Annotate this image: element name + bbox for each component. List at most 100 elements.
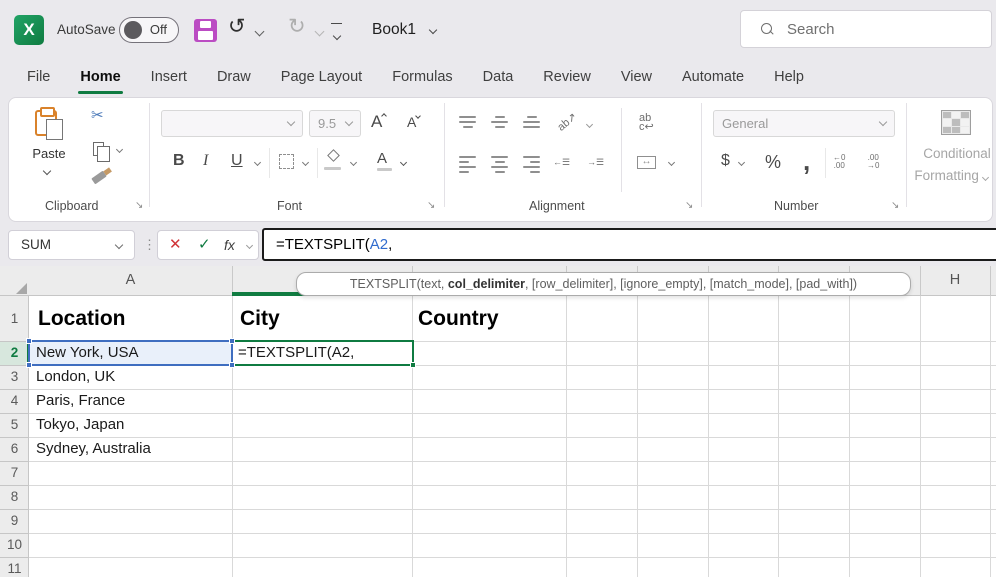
row-header-1[interactable]: 1: [0, 296, 29, 341]
tab-view[interactable]: View: [606, 60, 667, 97]
top-align-icon[interactable]: [459, 116, 476, 128]
cell-a6[interactable]: Sydney, Australia: [36, 437, 151, 461]
decrease-indent-icon[interactable]: ←☰: [553, 158, 570, 167]
tab-review[interactable]: Review: [528, 60, 606, 97]
orientation-chevron-icon[interactable]: [586, 121, 593, 128]
font-dialog-launcher-icon[interactable]: ↘: [427, 200, 435, 211]
tab-draw[interactable]: Draw: [202, 60, 266, 97]
selection-handle-icon[interactable]: [26, 338, 32, 344]
active-cell-b2[interactable]: =TEXTSPLIT(A2,: [231, 340, 414, 366]
row-header-2[interactable]: 2: [0, 341, 29, 365]
cut-icon[interactable]: ✂: [91, 106, 104, 124]
tab-automate[interactable]: Automate: [667, 60, 759, 97]
comma-style-button[interactable]: ,: [803, 146, 810, 177]
column-header-h[interactable]: H: [920, 266, 990, 295]
italic-button[interactable]: I: [203, 152, 208, 170]
grow-font-button[interactable]: A: [371, 112, 386, 132]
search-box[interactable]: [740, 10, 992, 48]
conditional-formatting-label-2[interactable]: Formatting: [891, 168, 996, 183]
currency-chevron-icon[interactable]: [738, 159, 745, 166]
undo-chevron-icon[interactable]: [255, 27, 265, 37]
merge-chevron-icon[interactable]: [668, 159, 675, 166]
cell-a3[interactable]: London, UK: [36, 365, 115, 389]
row-header-5[interactable]: 5: [0, 413, 29, 437]
row-header-4[interactable]: 4: [0, 389, 29, 413]
merge-center-icon[interactable]: ↔: [637, 156, 656, 169]
borders-icon[interactable]: [279, 154, 294, 169]
row-header-11[interactable]: 11: [0, 557, 29, 577]
formula-bar-grip-icon[interactable]: ⋮: [143, 230, 156, 260]
fill-color-chevron-icon[interactable]: [350, 159, 357, 166]
fill-handle-icon[interactable]: [410, 362, 416, 368]
tab-insert[interactable]: Insert: [136, 60, 202, 97]
selection-handle-icon[interactable]: [26, 362, 32, 368]
name-box-chevron-icon[interactable]: [115, 241, 123, 249]
tab-page-layout[interactable]: Page Layout: [266, 60, 377, 97]
tab-home[interactable]: Home: [65, 60, 135, 97]
format-painter-icon[interactable]: [91, 171, 106, 185]
paste-chevron-icon[interactable]: [43, 167, 51, 175]
bottom-align-icon[interactable]: [523, 116, 540, 128]
cell-b1[interactable]: City: [240, 296, 280, 341]
shrink-font-button[interactable]: A: [407, 114, 420, 130]
conditional-formatting-label-1[interactable]: Conditional: [897, 146, 996, 161]
paste-button[interactable]: Paste: [31, 146, 67, 161]
column-header-a[interactable]: A: [29, 266, 232, 295]
bold-button[interactable]: B: [173, 152, 185, 170]
percent-button[interactable]: %: [765, 152, 781, 173]
select-all-icon[interactable]: [16, 283, 27, 294]
search-input[interactable]: [787, 21, 957, 38]
tab-file[interactable]: File: [12, 60, 65, 97]
tab-formulas[interactable]: Formulas: [377, 60, 467, 97]
borders-chevron-icon[interactable]: [302, 159, 309, 166]
name-box[interactable]: SUM: [8, 230, 135, 260]
tab-help[interactable]: Help: [759, 60, 819, 97]
font-color-button[interactable]: A: [377, 150, 392, 171]
formula-bar-input[interactable]: =TEXTSPLIT(A2,: [262, 228, 996, 261]
cell-c1[interactable]: Country: [418, 296, 499, 341]
row-header-9[interactable]: 9: [0, 509, 29, 533]
align-right-icon[interactable]: [523, 156, 540, 173]
tab-data[interactable]: Data: [468, 60, 529, 97]
referenced-cell-a2[interactable]: New York, USA: [28, 340, 233, 366]
enter-icon[interactable]: ✓: [198, 231, 211, 259]
alignment-dialog-launcher-icon[interactable]: ↘: [685, 200, 693, 211]
cell-a5[interactable]: Tokyo, Japan: [36, 413, 124, 437]
selection-handle-icon[interactable]: [229, 338, 235, 344]
selection-handle-icon[interactable]: [229, 362, 235, 368]
underline-chevron-icon[interactable]: [254, 159, 261, 166]
currency-button[interactable]: $: [721, 152, 730, 170]
workbook-title[interactable]: Book1: [372, 0, 416, 60]
row-header-10[interactable]: 10: [0, 533, 29, 557]
number-dialog-launcher-icon[interactable]: ↘: [891, 200, 899, 211]
autosave-toggle[interactable]: Off: [119, 17, 179, 43]
align-left-icon[interactable]: [459, 156, 476, 173]
wrap-text-icon[interactable]: abc↩: [639, 114, 654, 132]
insert-function-button[interactable]: fx: [224, 231, 235, 259]
insert-function-chevron-icon[interactable]: [246, 242, 253, 249]
copy-chevron-icon[interactable]: [116, 146, 123, 153]
row-header-7[interactable]: 7: [0, 461, 29, 485]
increase-indent-icon[interactable]: →☰: [587, 158, 604, 167]
conditional-formatting-icon[interactable]: [941, 110, 971, 135]
cell-a1[interactable]: Location: [38, 296, 126, 341]
orientation-icon[interactable]: ab↗: [557, 112, 579, 133]
font-name-combo[interactable]: [161, 110, 303, 137]
number-format-combo[interactable]: General: [713, 110, 895, 137]
middle-align-icon[interactable]: [491, 116, 508, 128]
save-icon[interactable]: [194, 19, 217, 42]
fill-color-icon[interactable]: [327, 149, 340, 162]
workbook-chevron-icon[interactable]: [429, 26, 437, 34]
cancel-icon[interactable]: ✕: [169, 231, 182, 259]
font-size-combo[interactable]: 9.5: [309, 110, 361, 137]
quick-access-customize-icon[interactable]: [330, 23, 343, 44]
row-header-6[interactable]: 6: [0, 437, 29, 461]
copy-icon[interactable]: [93, 142, 104, 156]
row-header-3[interactable]: 3: [0, 365, 29, 389]
row-header-8[interactable]: 8: [0, 485, 29, 509]
undo-icon[interactable]: ↺: [228, 14, 246, 39]
clipboard-dialog-launcher-icon[interactable]: ↘: [135, 200, 143, 211]
align-center-icon[interactable]: [491, 156, 508, 173]
increase-decimal-button[interactable]: ←0.00: [833, 154, 845, 170]
paste-icon[interactable]: [35, 110, 57, 136]
